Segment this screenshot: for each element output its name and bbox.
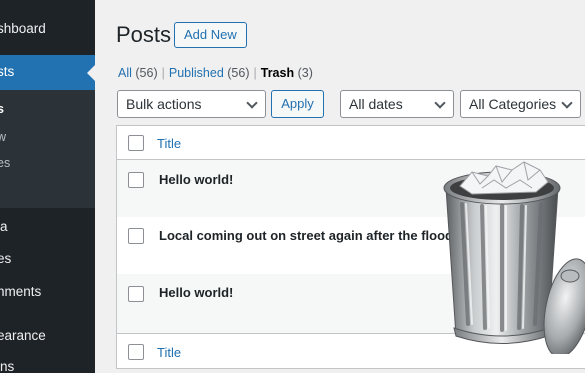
sidebar-item-comments[interactable]: nments [0, 281, 41, 303]
select-all-checkbox-footer[interactable] [128, 344, 144, 360]
filter-trash-label: Trash [260, 66, 295, 80]
active-indicator-arrow [87, 65, 95, 81]
filter-all-label: All [118, 66, 132, 80]
row-checkbox[interactable] [128, 228, 144, 244]
sidebar-item-media[interactable]: ia [0, 216, 8, 238]
page-title: Posts [116, 22, 172, 47]
separator: | [161, 66, 165, 80]
post-title-link[interactable]: Local coming out on street again after t… [159, 228, 453, 243]
row-checkbox[interactable] [128, 172, 144, 188]
chevron-down-icon [246, 97, 258, 109]
sidebar-item-appearance[interactable]: earance [0, 325, 46, 347]
date-filter-value: All dates [349, 96, 403, 112]
filter-published-label: Published [168, 66, 224, 80]
column-header-title[interactable]: Title [157, 136, 181, 151]
table-header-row: Title [117, 126, 585, 160]
sidebar-item-pages[interactable]: es [0, 248, 11, 270]
trash-can-icon [443, 161, 585, 354]
bulk-actions-value: Bulk actions [126, 96, 202, 112]
filter-trash-count: (3) [297, 66, 313, 80]
submenu-item-categories[interactable]: es [0, 154, 10, 172]
sidebar-item-posts[interactable]: sts [0, 55, 95, 90]
filter-all-link[interactable]: All (56) [118, 66, 158, 80]
filter-published-count: (56) [227, 66, 250, 80]
column-footer-title[interactable]: Title [157, 345, 181, 360]
sidebar-item-posts-label: sts [0, 64, 15, 79]
date-filter-select[interactable]: All dates [340, 90, 454, 118]
category-filter-value: All Categories [469, 96, 557, 112]
sidebar-item-dashboard[interactable]: shboard [0, 18, 46, 40]
category-filter-select[interactable]: All Categories [460, 90, 581, 118]
sidebar-item-plugins[interactable]: ins [0, 356, 14, 373]
select-all-checkbox[interactable] [128, 135, 144, 151]
filter-trash-current[interactable]: Trash (3) [261, 66, 313, 80]
post-title-link[interactable]: Hello world! [159, 285, 233, 300]
add-new-button[interactable]: Add New [174, 22, 247, 48]
submenu-item-add-new[interactable]: w [0, 128, 6, 146]
filter-all-count: (56) [135, 66, 158, 80]
post-status-filters: All (56) | Published (56) | Trash (3) [118, 66, 313, 80]
post-title-link[interactable]: Hello world! [159, 172, 233, 187]
chevron-down-icon [561, 97, 573, 109]
chevron-down-icon [434, 97, 446, 109]
bulk-actions-select[interactable]: Bulk actions [117, 90, 266, 118]
admin-sidebar: shboard sts s w es ia es nments earance … [0, 0, 95, 373]
filter-published-link[interactable]: Published (56) [169, 66, 250, 80]
submenu-item-all-posts[interactable]: s [0, 100, 4, 118]
row-checkbox[interactable] [128, 286, 144, 302]
apply-button[interactable]: Apply [271, 90, 324, 118]
posts-submenu: s w es [0, 90, 95, 208]
separator: | [253, 66, 257, 80]
